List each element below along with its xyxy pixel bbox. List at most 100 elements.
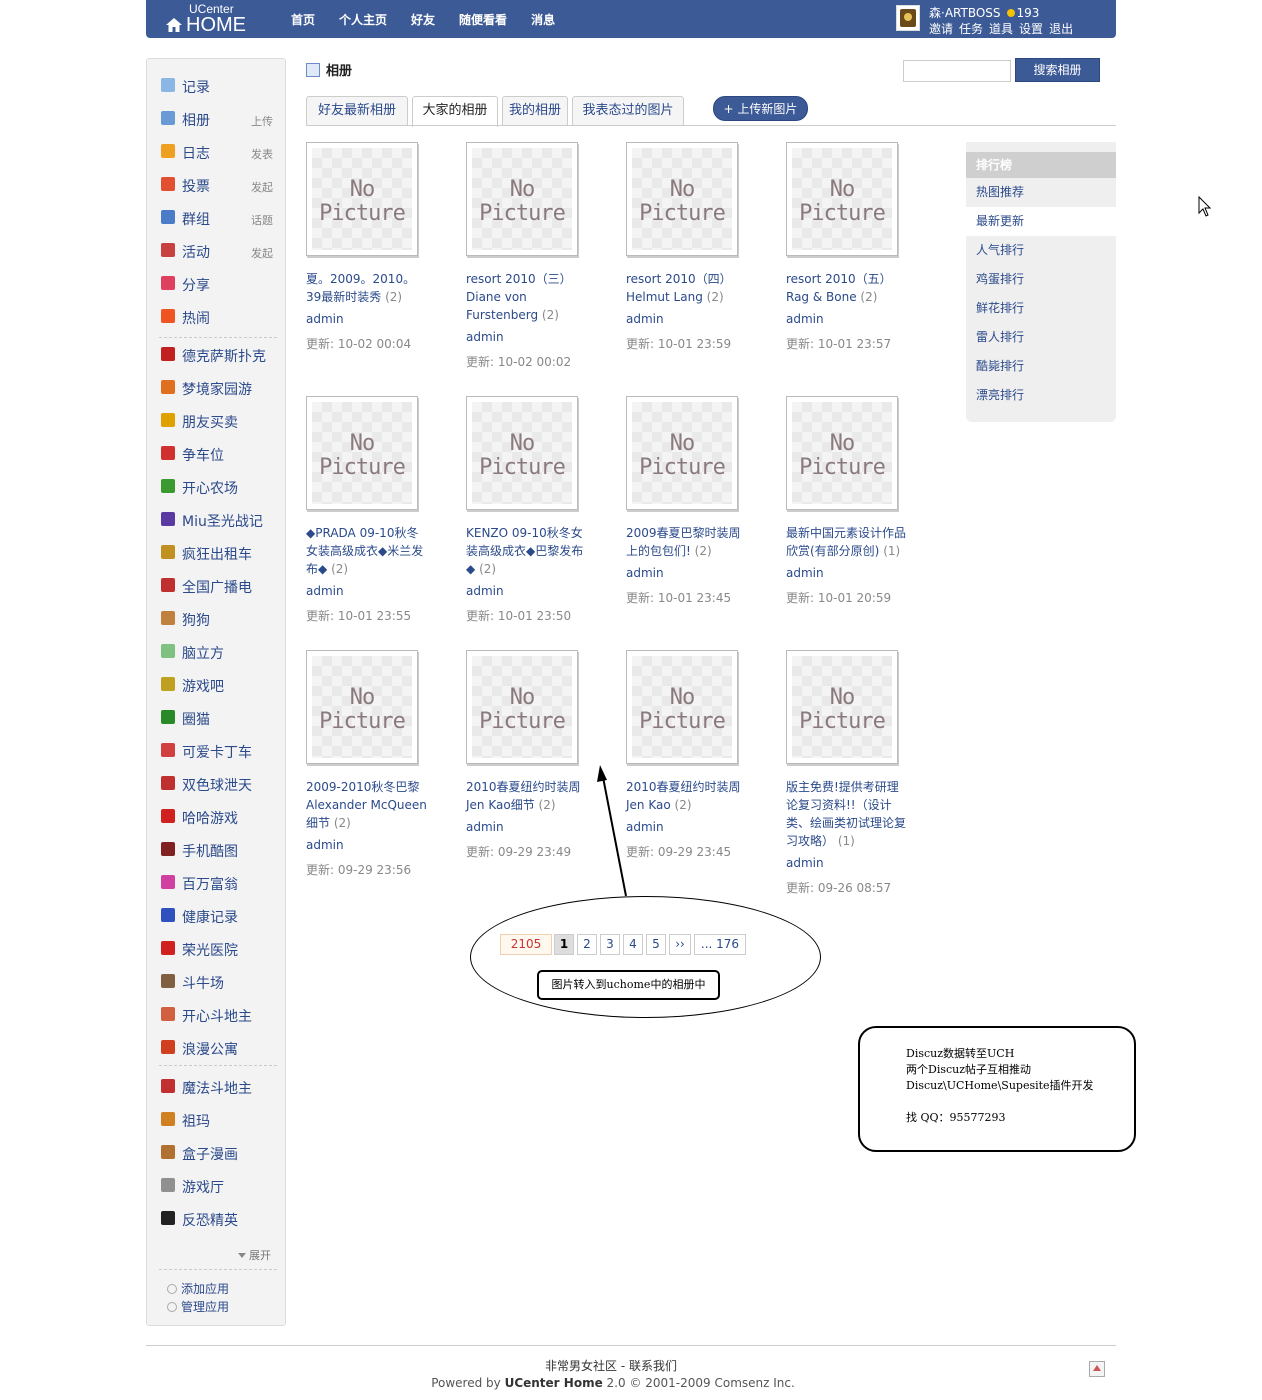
sidebar-item[interactable]: 脑立方 [161, 641, 277, 662]
sidebar-item[interactable]: 健康记录 [161, 905, 277, 926]
album-owner[interactable]: admin [466, 330, 504, 344]
sidebar-item[interactable]: 反恐精英 [161, 1208, 277, 1229]
sidebar-item-action[interactable]: 上传 [251, 113, 273, 129]
album-thumbnail[interactable]: No Picture [626, 142, 738, 256]
sidebar-item[interactable]: 狗狗 [161, 608, 277, 629]
sidebar-item[interactable]: 记录 [161, 75, 277, 96]
album-owner[interactable]: admin [306, 838, 344, 852]
user-name[interactable]: 森·ARTBOSS [929, 6, 1001, 20]
ranking-item[interactable]: 最新更新 [966, 207, 1116, 236]
avatar[interactable] [896, 5, 920, 31]
contact-link[interactable]: 联系我们 [629, 1359, 677, 1373]
album-owner[interactable]: admin [626, 820, 664, 834]
album-thumbnail[interactable]: No Picture [466, 396, 578, 510]
ranking-item[interactable]: 人气排行 [966, 236, 1116, 265]
ranking-item[interactable]: 鸡蛋排行 [966, 265, 1116, 294]
album-name[interactable]: 2010春夏纽约时装周 Jen Kao (2) [626, 778, 750, 814]
sidebar-item[interactable]: 争车位 [161, 443, 277, 464]
page-button[interactable]: 2 [577, 934, 597, 955]
album-owner[interactable]: admin [626, 312, 664, 326]
sidebar-item[interactable]: 日志 发表 [161, 141, 277, 162]
sidebar-item-action[interactable]: 发起 [251, 245, 273, 261]
album-thumbnail[interactable]: No Picture [786, 396, 898, 510]
ranking-item[interactable]: 鲜花排行 [966, 294, 1116, 323]
ranking-item[interactable]: 热图推荐 [966, 178, 1116, 207]
sidebar-item[interactable]: 哈哈游戏 [161, 806, 277, 827]
album-thumbnail[interactable]: No Picture [786, 650, 898, 764]
album-name[interactable]: 2009春夏巴黎时装周上的包包们! (2) [626, 524, 750, 560]
nav-explore[interactable]: 随便看看 [459, 13, 507, 27]
settings-link[interactable]: 设置 [1019, 22, 1043, 36]
nav-home[interactable]: 首页 [291, 13, 315, 27]
invite-link[interactable]: 邀请 [929, 22, 953, 36]
album-thumbnail[interactable]: No Picture [786, 142, 898, 256]
album-name[interactable]: KENZO 09-10秋冬女装高级成衣◆巴黎发布◆ (2) [466, 524, 590, 578]
sidebar-item[interactable]: 双色球泄天 [161, 773, 277, 794]
album-thumbnail[interactable]: No Picture [306, 650, 418, 764]
album-thumbnail[interactable]: No Picture [626, 396, 738, 510]
sidebar-item[interactable]: 德克萨斯扑克 [161, 344, 277, 365]
nav-messages[interactable]: 消息 [531, 13, 555, 27]
page-button[interactable]: 4 [623, 934, 643, 955]
sidebar-item[interactable]: 活动 发起 [161, 240, 277, 261]
tab-0[interactable]: 好友最新相册 [306, 96, 408, 126]
sidebar-item[interactable]: 浪漫公寓 [161, 1037, 277, 1058]
sidebar-item[interactable]: 魔法斗地主 [161, 1076, 277, 1097]
sidebar-item[interactable]: 朋友买卖 [161, 410, 277, 431]
task-link[interactable]: 任务 [959, 22, 983, 36]
album-owner[interactable]: admin [466, 584, 504, 598]
sidebar-item-action[interactable]: 发起 [251, 179, 273, 195]
sidebar-item[interactable]: 开心农场 [161, 476, 277, 497]
ranking-item[interactable]: 酷毙排行 [966, 352, 1116, 381]
sidebar-item[interactable]: 开心斗地主 [161, 1004, 277, 1025]
sidebar-item[interactable]: 斗牛场 [161, 971, 277, 992]
sidebar-item[interactable]: Miu圣光战记 [161, 509, 277, 530]
page-button[interactable]: 3 [600, 934, 620, 955]
album-name[interactable]: 2010春夏纽约时装周 Jen Kao细节 (2) [466, 778, 590, 814]
sidebar-item[interactable]: 百万富翁 [161, 872, 277, 893]
nav-profile[interactable]: 个人主页 [339, 13, 387, 27]
sidebar-item[interactable]: 分享 [161, 273, 277, 294]
sidebar-item[interactable]: 全国广播电 [161, 575, 277, 596]
album-owner[interactable]: admin [786, 312, 824, 326]
sidebar-item[interactable]: 投票 发起 [161, 174, 277, 195]
album-owner[interactable]: admin [786, 856, 824, 870]
sidebar-item[interactable]: 荣光医院 [161, 938, 277, 959]
album-search-input[interactable] [903, 60, 1011, 82]
ranking-item[interactable]: 漂亮排行 [966, 381, 1116, 410]
page-button[interactable]: ... 176 [694, 934, 746, 955]
album-name[interactable]: 夏。2009。2010。39最新时装秀 (2) [306, 270, 430, 306]
sidebar-item[interactable]: 游戏厅 [161, 1175, 277, 1196]
sidebar-item-action[interactable]: 发表 [251, 146, 273, 162]
sidebar-item[interactable]: 手机酷图 [161, 839, 277, 860]
album-name[interactable]: 最新中国元素设计作品欣赏(有部分原创) (1) [786, 524, 910, 560]
sidebar-item[interactable]: 疯狂出租车 [161, 542, 277, 563]
props-link[interactable]: 道具 [989, 22, 1013, 36]
album-thumbnail[interactable]: No Picture [306, 396, 418, 510]
add-app-link[interactable]: 添加应用 [167, 1280, 229, 1297]
album-thumbnail[interactable]: No Picture [306, 142, 418, 256]
expand-apps-button[interactable]: 展开 [238, 1247, 271, 1263]
album-name[interactable]: 2009-2010秋冬巴黎Alexander McQueen细节 (2) [306, 778, 430, 832]
album-owner[interactable]: admin [306, 584, 344, 598]
album-thumbnail[interactable]: No Picture [626, 650, 738, 764]
album-owner[interactable]: admin [626, 566, 664, 580]
sidebar-item[interactable]: 圈猫 [161, 707, 277, 728]
sidebar-item[interactable]: 可爱卡丁车 [161, 740, 277, 761]
page-button[interactable]: 5 [646, 934, 666, 955]
album-thumbnail[interactable]: No Picture [466, 650, 578, 764]
sidebar-item-action[interactable]: 话题 [251, 212, 273, 228]
album-owner[interactable]: admin [786, 566, 824, 580]
ranking-item[interactable]: 雷人排行 [966, 323, 1116, 352]
sidebar-item[interactable]: 相册 上传 [161, 108, 277, 129]
album-name[interactable]: 版主免费!提供考研理论复习资料!!（设计类、绘画类初试理论复习攻略） (1) [786, 778, 910, 850]
album-name[interactable]: resort 2010（四）Helmut Lang (2) [626, 270, 750, 306]
manage-app-link[interactable]: 管理应用 [167, 1298, 229, 1315]
sidebar-item[interactable]: 盒子漫画 [161, 1142, 277, 1163]
back-to-top-icon[interactable] [1089, 1361, 1105, 1377]
sidebar-item[interactable]: 游戏吧 [161, 674, 277, 695]
upload-photo-button[interactable]: + 上传新图片 [713, 96, 808, 121]
album-owner[interactable]: admin [466, 820, 504, 834]
tab-2[interactable]: 我的相册 [502, 96, 568, 126]
sidebar-item[interactable]: 热闹 [161, 306, 277, 327]
